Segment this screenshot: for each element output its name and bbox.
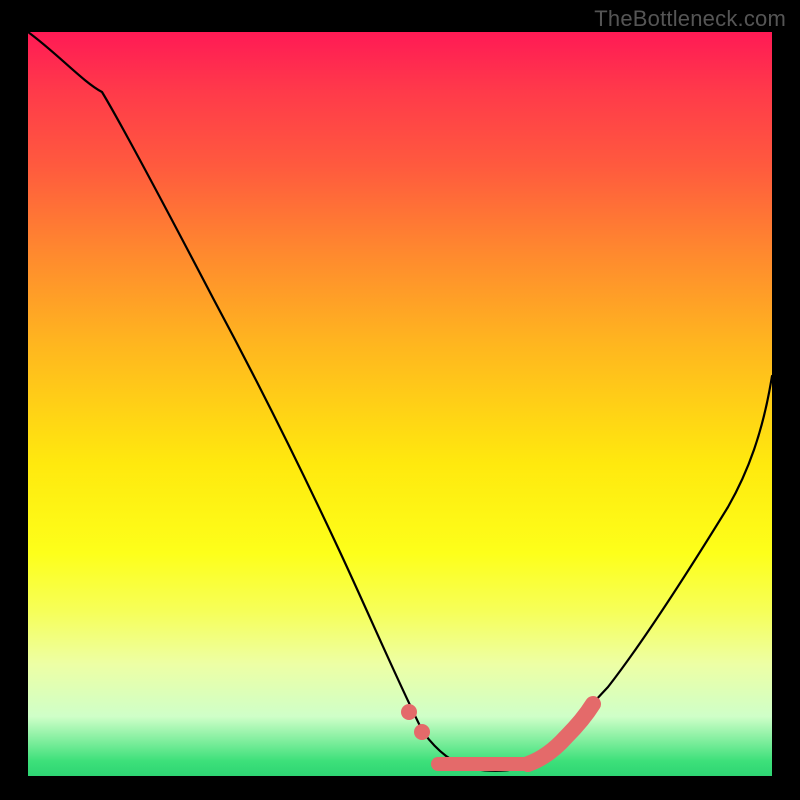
watermark-text: TheBottleneck.com xyxy=(594,6,786,32)
highlight-right-arm xyxy=(528,704,593,764)
highlight-dot-left-lower xyxy=(414,724,430,740)
highlight-dot-left-upper xyxy=(401,704,417,720)
plot-area xyxy=(28,32,772,776)
chart-frame: TheBottleneck.com xyxy=(0,0,800,800)
curve-svg xyxy=(28,32,772,776)
bottleneck-curve xyxy=(28,32,772,771)
